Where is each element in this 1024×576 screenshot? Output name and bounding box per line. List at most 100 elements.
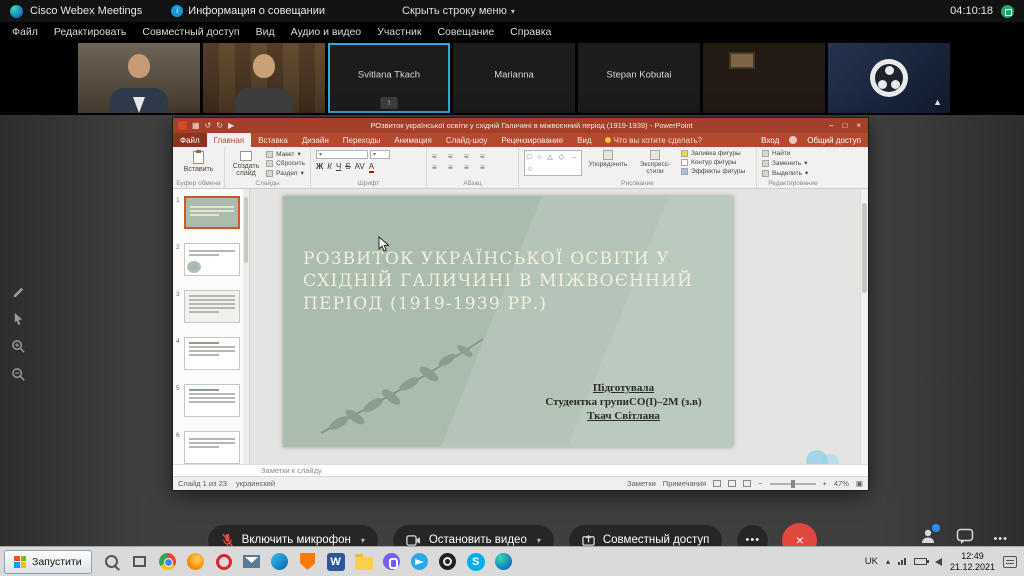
participant-video-tile-2[interactable] bbox=[203, 43, 325, 113]
new-slide-button[interactable]: Создать слайд bbox=[230, 150, 262, 177]
ppt-share-button[interactable]: Общий доступ bbox=[807, 136, 861, 145]
indent-button[interactable]: ≡ bbox=[464, 152, 476, 161]
meeting-info-button[interactable]: i Информация о совещании bbox=[171, 5, 325, 17]
opera-icon[interactable] bbox=[214, 552, 234, 572]
mic-options-chevron-icon[interactable]: ▾ bbox=[361, 536, 365, 545]
menu-participant[interactable]: Участник bbox=[369, 26, 429, 38]
shapes-gallery[interactable]: □ ○ △ ◇ → ☆□ ○ △ ◇ → bbox=[524, 150, 582, 176]
skype-icon[interactable]: S bbox=[466, 552, 486, 572]
menu-audio-video[interactable]: Аудио и видео bbox=[283, 26, 370, 38]
strikethrough-button[interactable]: S bbox=[345, 162, 350, 171]
action-center-icon[interactable] bbox=[1003, 556, 1017, 568]
sign-in-button[interactable]: Вход bbox=[761, 136, 779, 145]
webex-icon[interactable] bbox=[494, 552, 514, 572]
zoom-level[interactable]: 47% bbox=[834, 479, 849, 488]
battery-icon[interactable] bbox=[914, 558, 927, 565]
slide-sorter-view-icon[interactable] bbox=[728, 480, 736, 487]
undo-icon[interactable]: ↺ bbox=[205, 121, 212, 130]
tab-view[interactable]: Вид bbox=[570, 133, 598, 147]
tab-animations[interactable]: Анимация bbox=[387, 133, 439, 147]
font-size-box[interactable]: ▾ bbox=[370, 150, 390, 159]
antivirus-shield-icon[interactable] bbox=[298, 552, 318, 572]
reset-button[interactable]: Сбросить bbox=[266, 160, 305, 167]
close-button[interactable]: × bbox=[856, 121, 861, 130]
menu-view[interactable]: Вид bbox=[248, 26, 283, 38]
language-indicator[interactable]: украинский bbox=[236, 479, 275, 488]
tab-insert[interactable]: Вставка bbox=[251, 133, 295, 147]
participant-video-tile-obs[interactable]: ▲ bbox=[828, 43, 950, 113]
taskbar-clock[interactable]: 12:49 21.12.2021 bbox=[950, 551, 995, 572]
normal-view-icon[interactable] bbox=[713, 480, 721, 487]
shape-fill-button[interactable]: Заливка фигуры bbox=[681, 150, 745, 157]
menu-meeting[interactable]: Совещание bbox=[429, 26, 502, 38]
telegram-icon[interactable] bbox=[410, 552, 430, 572]
zoom-slider[interactable] bbox=[770, 483, 816, 485]
mail-icon[interactable] bbox=[242, 552, 262, 572]
align-center-button[interactable]: ≡ bbox=[448, 163, 460, 172]
tray-expand-icon[interactable]: ▴ bbox=[886, 557, 890, 566]
notes-toggle[interactable]: Заметки bbox=[627, 479, 656, 488]
slide-thumbnail-6[interactable]: 6 bbox=[176, 431, 240, 464]
slide-thumbnail-5[interactable]: 5 bbox=[176, 384, 240, 417]
line-spacing-button[interactable]: ≡ bbox=[480, 152, 492, 161]
columns-button[interactable]: ≡ bbox=[480, 163, 492, 172]
align-right-button[interactable]: ≡ bbox=[464, 163, 476, 172]
underline-button[interactable]: Ч bbox=[336, 162, 341, 171]
slide-thumbnail-3[interactable]: 3 bbox=[176, 290, 240, 323]
participant-tile-marianna[interactable]: Marianna bbox=[453, 43, 575, 113]
slide-canvas[interactable]: Розвиток української освіти у східній Га… bbox=[283, 196, 733, 447]
maximize-button[interactable]: □ bbox=[842, 121, 847, 130]
network-icon[interactable] bbox=[898, 558, 906, 565]
layout-button[interactable]: Макет ▾ bbox=[266, 150, 305, 158]
find-button[interactable]: Найти bbox=[762, 150, 824, 157]
section-button[interactable]: Раздел ▾ bbox=[266, 169, 305, 177]
chrome-icon[interactable] bbox=[158, 552, 178, 572]
participant-tile-svitlana-tkach[interactable]: Svitlana Tkach ↑ bbox=[328, 43, 450, 113]
annotate-pen-icon[interactable] bbox=[11, 283, 26, 298]
slide-thumbnail-4[interactable]: 4 bbox=[176, 337, 240, 370]
menu-help[interactable]: Справка bbox=[502, 26, 559, 38]
minimize-button[interactable]: – bbox=[829, 121, 833, 130]
file-explorer-icon[interactable] bbox=[354, 552, 374, 572]
more-panels-button[interactable]: ••• bbox=[993, 533, 1008, 545]
slideshow-view-icon[interactable] bbox=[743, 480, 751, 487]
firefox-icon[interactable] bbox=[186, 552, 206, 572]
viber-icon[interactable] bbox=[382, 552, 402, 572]
participant-video-tile-1[interactable] bbox=[78, 43, 200, 113]
zoom-out-button[interactable]: − bbox=[758, 479, 762, 488]
align-left-button[interactable]: ≡ bbox=[432, 163, 444, 172]
hide-menu-button[interactable]: Скрыть строку меню ▾ bbox=[402, 5, 515, 17]
bold-button[interactable]: Ж bbox=[316, 162, 323, 171]
tab-review[interactable]: Рецензирование bbox=[494, 133, 570, 147]
tab-slideshow[interactable]: Слайд-шоу bbox=[439, 133, 494, 147]
search-icon[interactable] bbox=[102, 552, 122, 572]
zoom-in-button[interactable]: + bbox=[823, 479, 827, 488]
comments-toggle[interactable]: Примечания bbox=[663, 479, 706, 488]
tab-file[interactable]: Файл bbox=[173, 133, 207, 147]
char-spacing-button[interactable]: AV bbox=[355, 162, 365, 171]
slide-thumbnail-2[interactable]: 2 bbox=[176, 243, 240, 276]
menu-share[interactable]: Совместный доступ bbox=[134, 26, 247, 38]
tab-home[interactable]: Главная bbox=[207, 133, 251, 147]
slide-thumbnail-1[interactable]: 1 bbox=[176, 196, 240, 229]
font-color-button[interactable]: A bbox=[369, 162, 374, 173]
edge-icon[interactable] bbox=[270, 552, 290, 572]
word-icon[interactable]: W bbox=[326, 552, 346, 572]
italic-button[interactable]: К bbox=[327, 162, 332, 171]
participant-video-tile-6[interactable] bbox=[703, 43, 825, 113]
pointer-icon[interactable] bbox=[11, 311, 26, 326]
redo-icon[interactable]: ↻ bbox=[216, 121, 223, 130]
thumbnail-scrollbar[interactable] bbox=[243, 189, 249, 464]
obs-icon[interactable] bbox=[438, 552, 458, 572]
speaker-icon[interactable] bbox=[935, 558, 942, 566]
font-name-box[interactable]: ▾ bbox=[316, 150, 368, 159]
replace-button[interactable]: Заменить ▾ bbox=[762, 159, 824, 167]
paste-button[interactable]: Вставить bbox=[178, 150, 219, 173]
select-button[interactable]: Выделить ▾ bbox=[762, 169, 824, 177]
zoom-in-icon[interactable] bbox=[11, 339, 26, 354]
slideshow-icon[interactable]: ▶ bbox=[228, 121, 234, 130]
bullets-button[interactable]: ≡ bbox=[432, 152, 444, 161]
shape-outline-button[interactable]: Контур фигуры bbox=[681, 159, 745, 166]
video-options-chevron-icon[interactable]: ▾ bbox=[537, 536, 541, 545]
zoom-out-icon[interactable] bbox=[11, 367, 26, 382]
